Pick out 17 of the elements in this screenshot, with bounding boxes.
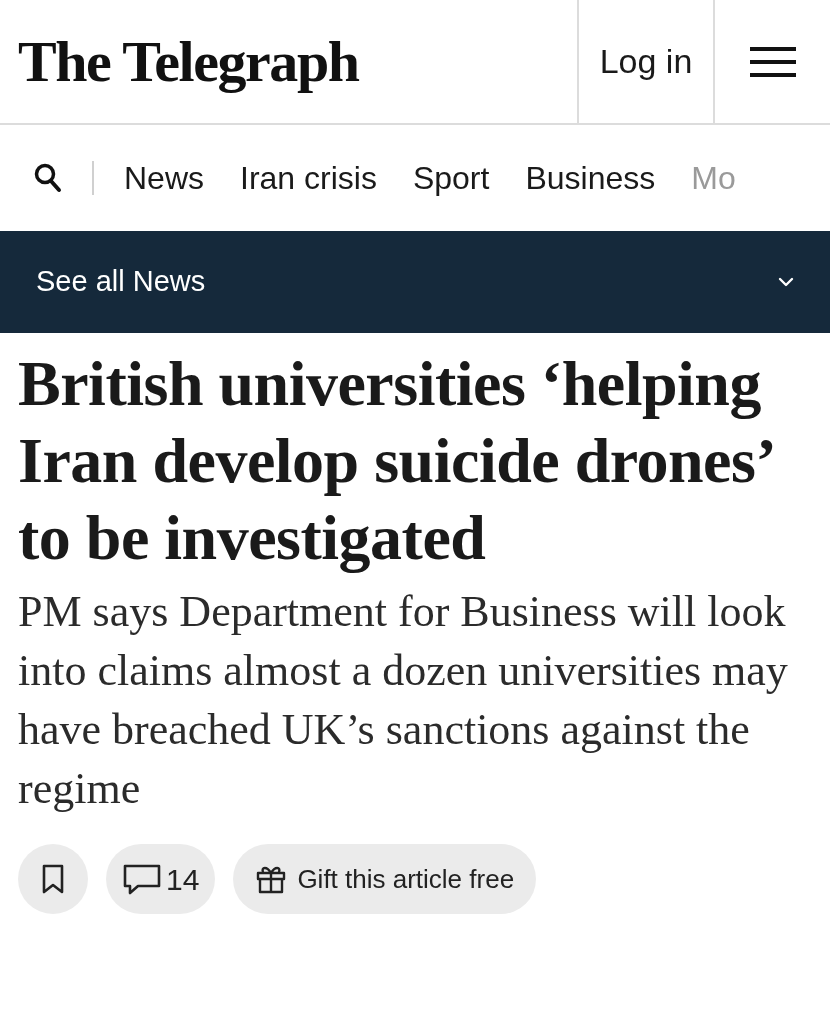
nav-link[interactable]: Iran crisis	[240, 154, 377, 202]
menu-icon	[749, 45, 796, 78]
login-button[interactable]: Log in	[577, 0, 713, 123]
section-bar[interactable]: See all News	[0, 231, 830, 333]
section-label: See all News	[36, 264, 206, 300]
standfirst: PM says Department for Business will look into claims almost a dozen universities may have breached UK’s sanctions against the regime	[17, 586, 789, 815]
nav-link[interactable]: Business	[525, 154, 656, 202]
headline: British universities ‘helping Iran develop suicide drones’ to be investigated	[17, 347, 773, 575]
nav-link[interactable]: News	[124, 154, 204, 202]
comments-button[interactable]: 14	[106, 844, 216, 914]
comment-icon	[122, 863, 162, 895]
bookmark-icon	[42, 864, 64, 894]
logo[interactable]: The Telegraph	[18, 18, 359, 105]
nav-link[interactable]: Sport	[412, 154, 490, 202]
gift-icon	[255, 864, 288, 894]
search-icon[interactable]	[34, 163, 62, 193]
gift-button[interactable]: Gift this article free	[233, 844, 537, 914]
